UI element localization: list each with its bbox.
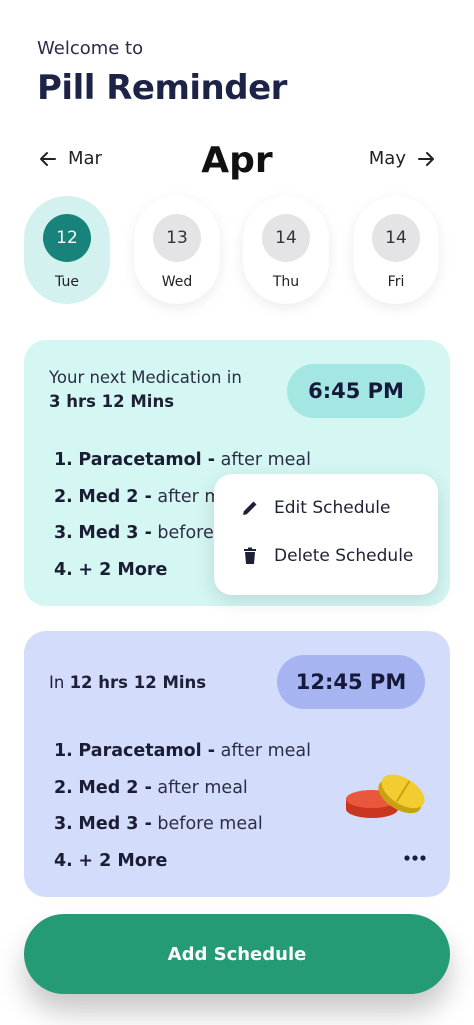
day-item-tue[interactable]: 12 Tue (24, 196, 110, 304)
day-number: 14 (372, 214, 420, 262)
next-medication-countdown: 3 hrs 12 Mins (49, 392, 175, 411)
edit-schedule-menu-item[interactable]: Edit Schedule (240, 498, 390, 518)
day-name: Tue (55, 274, 79, 290)
schedule-context-menu: Edit Schedule Delete Schedule (214, 474, 438, 595)
day-item-thu[interactable]: 14 Thu (243, 196, 329, 304)
edit-schedule-label: Edit Schedule (274, 498, 391, 518)
next-month-button[interactable]: May (369, 148, 436, 169)
trash-icon (244, 547, 256, 564)
med-name: Med 2 - (78, 777, 152, 798)
arrow-right-icon (418, 151, 434, 166)
med-number: 4. (54, 559, 73, 580)
day-item-wed[interactable]: 13 Wed (134, 196, 220, 304)
medication-time-pill: 12:45 PM (277, 655, 425, 709)
list-item: 2. Med 2 - after meal (54, 778, 311, 815)
med-number: 2. (54, 486, 73, 507)
more-meds-link[interactable]: + 2 More (78, 851, 167, 871)
day-selector: 12 Tue 13 Wed 14 Thu 14 Fri (24, 196, 454, 304)
more-dots-icon[interactable] (404, 853, 426, 863)
welcome-text: Welcome to (37, 38, 144, 59)
next-medication-label: Your next Medication in (49, 368, 242, 387)
medication-time-pill: 6:45 PM (287, 364, 425, 418)
add-schedule-button[interactable]: Add Schedule (24, 914, 450, 994)
app-title: Pill Reminder (37, 68, 287, 108)
pill-illustration (346, 774, 425, 818)
med-note: after meal (220, 741, 311, 761)
upcoming-medication-card[interactable]: In 12 hrs 12 Mins 12:45 PM 1. Paracetamo… (24, 631, 450, 897)
med-number: 1. (54, 450, 73, 470)
day-name: Wed (161, 274, 193, 290)
day-number: 14 (262, 214, 310, 262)
day-number: 12 (43, 214, 91, 262)
delete-schedule-label: Delete Schedule (274, 546, 414, 566)
medication-list: 1. Paracetamol - after meal 2. Med 2 - a… (54, 741, 311, 887)
day-item-fri[interactable]: 14 Fri (353, 196, 439, 304)
med-name: Paracetamol - (78, 450, 216, 470)
day-name: Fri (387, 274, 405, 290)
med-note: after meal (157, 777, 248, 798)
in-prefix: In (49, 673, 65, 692)
more-meds-link[interactable]: + 2 More (78, 560, 167, 580)
med-note: before meal (157, 814, 263, 834)
list-item: 1. Paracetamol - after meal (54, 741, 311, 778)
delete-schedule-menu-item[interactable]: Delete Schedule (240, 546, 413, 566)
month-navigation: Mar Apr May (0, 140, 474, 181)
next-month-label: May (368, 148, 406, 169)
list-item[interactable]: 4. + 2 More (54, 851, 311, 888)
countdown-value: 12 hrs 12 Mins (69, 673, 207, 692)
list-item: 3. Med 3 - before meal (54, 814, 311, 851)
med-number: 3. (54, 523, 73, 543)
med-number: 2. (54, 777, 73, 798)
day-number: 13 (153, 214, 201, 262)
pencil-icon (243, 501, 257, 515)
med-name: Med 2 - (78, 486, 152, 507)
med-name: Med 3 - (78, 523, 152, 543)
upcoming-countdown: In 12 hrs 12 Mins (49, 673, 206, 692)
med-name: Paracetamol - (78, 741, 216, 761)
med-note: after meal (220, 450, 311, 470)
day-name: Thu (272, 274, 300, 290)
med-name: Med 3 - (78, 814, 152, 834)
med-number: 3. (54, 814, 73, 834)
med-number: 1. (54, 741, 73, 761)
med-number: 4. (54, 850, 73, 871)
